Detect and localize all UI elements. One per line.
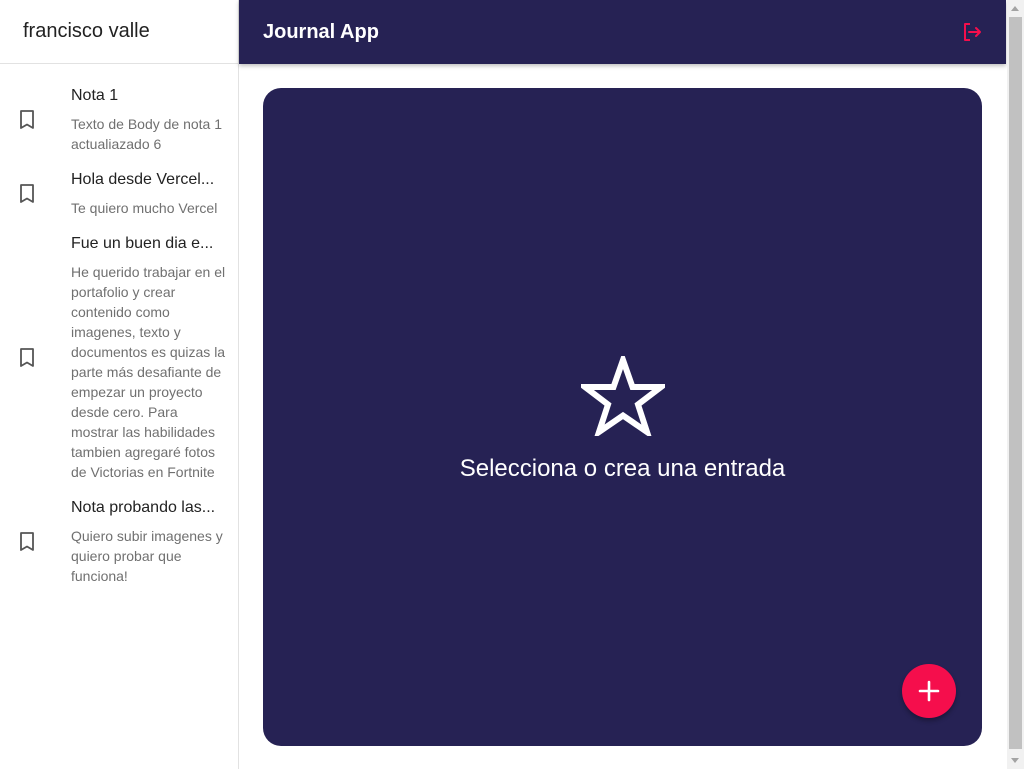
scroll-down-arrow-icon[interactable] bbox=[1011, 758, 1019, 763]
note-item[interactable]: Fue un buen dia e... He querido trabajar… bbox=[0, 218, 238, 482]
note-text: Fue un buen dia e... He querido trabajar… bbox=[71, 234, 226, 482]
scroll-up-arrow-icon[interactable] bbox=[1011, 6, 1019, 11]
plus-icon bbox=[918, 680, 940, 702]
scrollbar-thumb[interactable] bbox=[1009, 17, 1022, 749]
note-item[interactable]: Nota 1 Texto de Body de nota 1 actualiaz… bbox=[0, 64, 238, 154]
logout-button[interactable] bbox=[960, 20, 984, 44]
note-title: Nota 1 bbox=[71, 87, 119, 104]
note-body: He querido trabajar en el portafolio y c… bbox=[71, 264, 226, 480]
bookmark-outline-icon bbox=[0, 110, 71, 130]
sidebar: francisco valle Nota 1 Texto de Body de … bbox=[0, 0, 239, 769]
note-title: Hola desde Vercel... bbox=[71, 171, 215, 188]
note-text: Nota 1 Texto de Body de nota 1 actualiaz… bbox=[71, 86, 226, 154]
note-body: Texto de Body de nota 1 actualiazado 6 bbox=[71, 116, 222, 152]
main-content: Selecciona o crea una entrada bbox=[263, 88, 982, 746]
note-body: Te quiero mucho Vercel bbox=[71, 200, 218, 216]
star-outline-icon bbox=[575, 350, 670, 440]
note-text: Nota probando las... Quiero subir imagen… bbox=[71, 498, 226, 586]
note-title: Nota probando las... bbox=[71, 499, 216, 516]
vertical-scrollbar[interactable] bbox=[1007, 0, 1024, 769]
bookmark-outline-icon bbox=[0, 348, 71, 368]
empty-message: Selecciona o crea una entrada bbox=[459, 455, 786, 482]
note-item[interactable]: Hola desde Vercel... Te quiero mucho Ver… bbox=[0, 154, 238, 218]
sidebar-header: francisco valle bbox=[0, 0, 238, 64]
bookmark-outline-icon bbox=[0, 184, 71, 204]
app-title: Journal App bbox=[263, 20, 379, 43]
note-list: Nota 1 Texto de Body de nota 1 actualiaz… bbox=[0, 64, 238, 586]
empty-state: Selecciona o crea una entrada bbox=[263, 350, 982, 483]
add-entry-button[interactable] bbox=[902, 664, 956, 718]
note-text: Hola desde Vercel... Te quiero mucho Ver… bbox=[71, 170, 226, 218]
bookmark-outline-icon bbox=[0, 532, 71, 552]
logout-icon bbox=[964, 23, 981, 41]
note-title: Fue un buen dia e... bbox=[71, 235, 214, 252]
app-bar: Journal App bbox=[239, 0, 1006, 64]
user-name: francisco valle bbox=[23, 20, 150, 42]
note-item[interactable]: Nota probando las... Quiero subir imagen… bbox=[0, 482, 238, 586]
note-body: Quiero subir imagenes y quiero probar qu… bbox=[71, 528, 223, 584]
